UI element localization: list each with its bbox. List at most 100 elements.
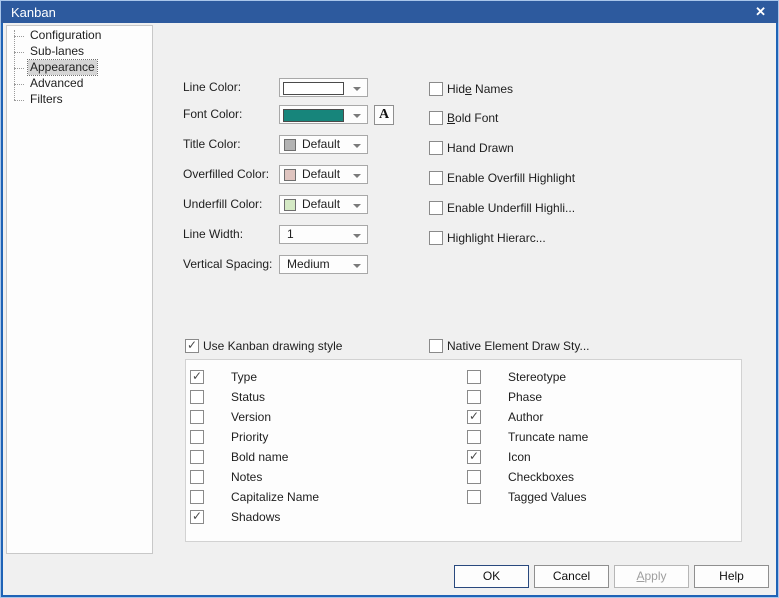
- checkbox-label: Hide Names: [447, 82, 514, 96]
- underfill-color-label: Underfill Color:: [183, 197, 263, 211]
- truncate-name-checkbox[interactable]: Truncate name: [467, 430, 588, 444]
- checkbox-box[interactable]: [190, 450, 204, 464]
- notes-checkbox[interactable]: Notes: [190, 470, 262, 484]
- tagged-values-checkbox[interactable]: Tagged Values: [467, 490, 587, 504]
- title-color-label: Title Color:: [183, 137, 241, 151]
- author-checkbox[interactable]: Author: [467, 409, 544, 424]
- enable-underfill-highlight-checkbox[interactable]: Enable Underfill Highli...: [429, 201, 575, 215]
- native-element-draw-style-checkbox[interactable]: Native Element Draw Sty...: [429, 339, 590, 353]
- capitalize-name-checkbox[interactable]: Capitalize Name: [190, 490, 319, 504]
- checkbox-box[interactable]: [467, 370, 481, 384]
- tree-branch-icon: [14, 68, 24, 69]
- checkbox-box[interactable]: [467, 409, 481, 424]
- checkboxes-checkbox[interactable]: Checkboxes: [467, 470, 574, 484]
- checkbox-label: Checkboxes: [508, 470, 575, 484]
- checkbox-box[interactable]: [467, 490, 481, 504]
- checkbox-label: Version: [231, 410, 272, 424]
- tree-item-filters[interactable]: Filters: [7, 92, 150, 108]
- stereotype-checkbox[interactable]: Stereotype: [467, 370, 566, 384]
- bold-font-checkbox[interactable]: Bold Font: [429, 111, 498, 125]
- font-color-label: Font Color:: [183, 107, 243, 121]
- highlight-hierarchy-checkbox[interactable]: Highlight Hierarc...: [429, 231, 546, 245]
- font-picker-button[interactable]: A: [374, 105, 394, 125]
- hide-names-checkbox[interactable]: Hide Names: [429, 82, 513, 96]
- font-color-combo[interactable]: [279, 105, 368, 124]
- icon-checkbox[interactable]: Icon: [467, 449, 531, 464]
- checkbox-label: Priority: [231, 430, 269, 444]
- bold-name-checkbox[interactable]: Bold name: [190, 450, 288, 464]
- checkbox-box[interactable]: [467, 449, 481, 464]
- checkbox-box[interactable]: [467, 430, 481, 444]
- tree-item-sub-lanes[interactable]: Sub-lanes: [7, 44, 150, 60]
- color-swatch: [283, 82, 344, 95]
- checkbox-box[interactable]: [190, 509, 204, 524]
- color-swatch: [284, 139, 296, 151]
- status-checkbox[interactable]: Status: [190, 390, 265, 404]
- hand-drawn-checkbox[interactable]: Hand Drawn: [429, 141, 514, 155]
- color-swatch: [283, 109, 344, 122]
- line-width-label: Line Width:: [183, 227, 244, 241]
- type-checkbox[interactable]: Type: [190, 369, 257, 384]
- apply-button[interactable]: Apply: [614, 565, 689, 588]
- enable-overfill-highlight-checkbox[interactable]: Enable Overfill Highlight: [429, 171, 575, 185]
- tree-branch-icon: [14, 100, 24, 101]
- checkbox-box[interactable]: [190, 390, 204, 404]
- cancel-button[interactable]: Cancel: [534, 565, 609, 588]
- checkbox-box[interactable]: [467, 470, 481, 484]
- checkbox-label: Stereotype: [508, 370, 567, 384]
- checkbox-box[interactable]: [429, 231, 443, 245]
- tree-item-advanced[interactable]: Advanced: [7, 76, 150, 92]
- priority-checkbox[interactable]: Priority: [190, 430, 268, 444]
- ok-button[interactable]: OK: [454, 565, 529, 588]
- underfill-color-combo[interactable]: Default: [279, 195, 368, 214]
- checkbox-box[interactable]: [190, 430, 204, 444]
- overfilled-color-combo[interactable]: Default: [279, 165, 368, 184]
- tree-item-appearance[interactable]: Appearance: [7, 59, 150, 76]
- checkbox-box[interactable]: [190, 490, 204, 504]
- checkbox-label: Shadows: [231, 510, 281, 524]
- checkbox-box[interactable]: [429, 82, 443, 96]
- checkbox-box[interactable]: [429, 339, 443, 353]
- window-title: Kanban: [11, 4, 56, 20]
- checkbox-box[interactable]: [429, 111, 443, 125]
- line-color-combo[interactable]: [279, 78, 368, 97]
- checkbox-box[interactable]: [429, 171, 443, 185]
- checkbox-box[interactable]: [467, 390, 481, 404]
- checkbox-label: Enable Underfill Highli...: [447, 201, 576, 215]
- chevron-down-icon: [353, 264, 361, 268]
- checkbox-label: Use Kanban drawing style: [203, 339, 343, 353]
- vertical-spacing-combo[interactable]: Medium: [279, 255, 368, 274]
- close-icon[interactable]: ✕: [755, 4, 766, 20]
- checkbox-label: Bold name: [231, 450, 289, 464]
- help-button[interactable]: Help: [694, 565, 769, 588]
- line-width-combo[interactable]: 1: [279, 225, 368, 244]
- combo-value: Default: [302, 137, 341, 151]
- tree-item-configuration[interactable]: Configuration: [7, 28, 150, 44]
- checkbox-box[interactable]: [190, 369, 204, 384]
- checkbox-label: Status: [231, 390, 266, 404]
- checkbox-box[interactable]: [185, 338, 199, 353]
- checkbox-label: Phase: [508, 390, 543, 404]
- checkbox-box[interactable]: [190, 410, 204, 424]
- nav-tree: Configuration Sub-lanes Appearance Advan…: [6, 25, 153, 554]
- chevron-down-icon: [353, 87, 361, 91]
- tree-branch-icon: [14, 36, 24, 37]
- checkbox-box[interactable]: [429, 201, 443, 215]
- shadows-checkbox[interactable]: Shadows: [190, 509, 281, 524]
- color-swatch: [284, 169, 296, 181]
- checkbox-box[interactable]: [190, 470, 204, 484]
- checkbox-label: Bold Font: [447, 111, 499, 125]
- checkbox-label: Author: [508, 410, 544, 424]
- combo-value: 1: [287, 227, 294, 241]
- chevron-down-icon: [353, 234, 361, 238]
- phase-checkbox[interactable]: Phase: [467, 390, 542, 404]
- chevron-down-icon: [353, 174, 361, 178]
- version-checkbox[interactable]: Version: [190, 410, 271, 424]
- combo-value: Default: [302, 197, 341, 211]
- checkbox-box[interactable]: [429, 141, 443, 155]
- checkbox-label: Enable Overfill Highlight: [447, 171, 576, 185]
- combo-value: Default: [302, 167, 341, 181]
- tree-branch-icon: [14, 52, 24, 53]
- use-kanban-drawing-style-checkbox[interactable]: Use Kanban drawing style: [185, 338, 343, 353]
- title-color-combo[interactable]: Default: [279, 135, 368, 154]
